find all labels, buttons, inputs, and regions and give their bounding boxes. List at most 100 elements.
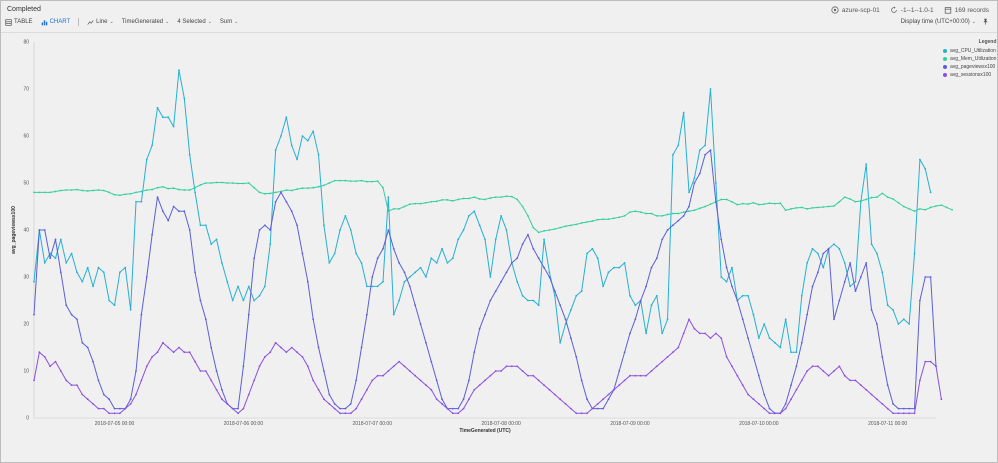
data-point: [527, 374, 529, 377]
series-line: [33, 69, 932, 353]
data-point: [672, 153, 674, 156]
data-point: [489, 276, 492, 278]
data-point: [618, 216, 621, 219]
data-point: [543, 238, 545, 241]
legend-item-sessions[interactable]: avg_sessionsx100: [943, 71, 996, 79]
y-axis-title: avg_pageviewsx100: [11, 206, 17, 254]
data-point: [296, 158, 298, 161]
data-point: [376, 257, 379, 260]
data-point: [677, 219, 680, 222]
data-point: [725, 266, 728, 269]
data-point: [285, 116, 288, 119]
data-point: [172, 205, 175, 208]
data-point: [76, 188, 78, 191]
data-point: [237, 285, 239, 288]
data-point: [639, 299, 642, 302]
data-point: [784, 403, 787, 405]
data-point: [650, 212, 653, 215]
data-point: [467, 379, 470, 382]
series-line: [33, 318, 942, 414]
x-tick-label: 2018-07-10 00:00: [739, 421, 779, 427]
data-point: [306, 139, 309, 142]
data-point: [221, 262, 223, 264]
y-tick-label: 10: [23, 369, 29, 375]
data-point: [419, 323, 422, 325]
data-point: [237, 412, 239, 415]
data-point: [945, 206, 948, 209]
x-axis-dropdown[interactable]: TimeGenerated ⌄: [122, 19, 170, 25]
data-point: [596, 403, 599, 405]
data-point: [301, 187, 304, 190]
data-point: [124, 407, 127, 410]
data-point: [575, 356, 578, 358]
data-point: [849, 262, 851, 264]
aggregation-dropdown[interactable]: Sum ⌄: [220, 19, 239, 25]
series-points: [33, 69, 932, 354]
data-point: [564, 403, 567, 405]
data-point: [790, 398, 792, 401]
data-point: [119, 271, 121, 274]
data-point: [178, 188, 180, 191]
data-point: [247, 313, 250, 316]
data-point: [580, 412, 583, 415]
data-point: [81, 189, 84, 192]
data-point: [156, 196, 159, 199]
data-point: [430, 200, 433, 203]
legend-item-pageviews[interactable]: avg_pageviewsx100: [943, 63, 996, 71]
data-point: [784, 318, 787, 321]
data-point: [881, 356, 884, 358]
data-point: [54, 257, 57, 260]
data-point: [328, 182, 331, 184]
data-point: [151, 233, 154, 236]
data-point: [645, 212, 647, 215]
data-point: [731, 365, 733, 368]
display-time-dropdown[interactable]: Display time (UTC+00:00) ⌄: [901, 19, 976, 25]
y-tick-label: 30: [23, 275, 29, 281]
data-point: [204, 370, 207, 372]
data-point: [323, 184, 325, 187]
data-point: [135, 200, 137, 203]
data-point: [618, 266, 621, 269]
data-point: [199, 183, 202, 186]
data-point: [682, 111, 685, 114]
data-point: [505, 365, 508, 368]
data-point: [645, 285, 647, 288]
y-tick-label: 50: [23, 181, 29, 187]
data-point: [559, 398, 562, 401]
workspace-indicator[interactable]: azure-scp-01: [831, 6, 880, 14]
series-select-dropdown[interactable]: 4 Selected ⌄: [177, 19, 212, 25]
data-point: [795, 351, 798, 354]
data-point: [242, 407, 245, 410]
data-point: [537, 379, 540, 382]
table-view-button[interactable]: TABLE: [5, 18, 33, 26]
data-point: [467, 215, 470, 217]
pin-button[interactable]: [982, 18, 989, 25]
data-point: [419, 379, 422, 382]
data-point: [575, 412, 578, 415]
data-point: [462, 407, 465, 410]
data-point: [306, 365, 309, 368]
data-point: [371, 285, 374, 288]
data-point: [709, 337, 712, 339]
chart-view-button[interactable]: CHART: [41, 19, 70, 26]
chart-type-dropdown[interactable]: Line ⌄: [87, 19, 114, 26]
legend-swatch-cpu: [943, 49, 947, 53]
data-point: [629, 294, 631, 297]
time-range-text: -1--1--1.0-1: [900, 6, 934, 14]
data-point: [97, 189, 100, 191]
legend-item-cpu[interactable]: avg_CPU_Utilization: [943, 47, 996, 55]
data-point: [237, 182, 239, 185]
data-point: [92, 360, 94, 363]
y-tick-label: 70: [23, 87, 29, 93]
data-point: [886, 304, 889, 307]
data-point: [741, 384, 744, 386]
data-point: [108, 412, 111, 415]
data-point: [672, 224, 674, 227]
time-range-indicator[interactable]: -1--1--1.0-1: [890, 6, 934, 14]
data-point: [408, 276, 411, 278]
legend-item-mem[interactable]: avg_Mem_Utilization: [943, 55, 996, 63]
data-point: [618, 384, 621, 386]
data-point: [183, 97, 186, 100]
data-point: [602, 218, 605, 221]
data-point: [167, 187, 170, 190]
